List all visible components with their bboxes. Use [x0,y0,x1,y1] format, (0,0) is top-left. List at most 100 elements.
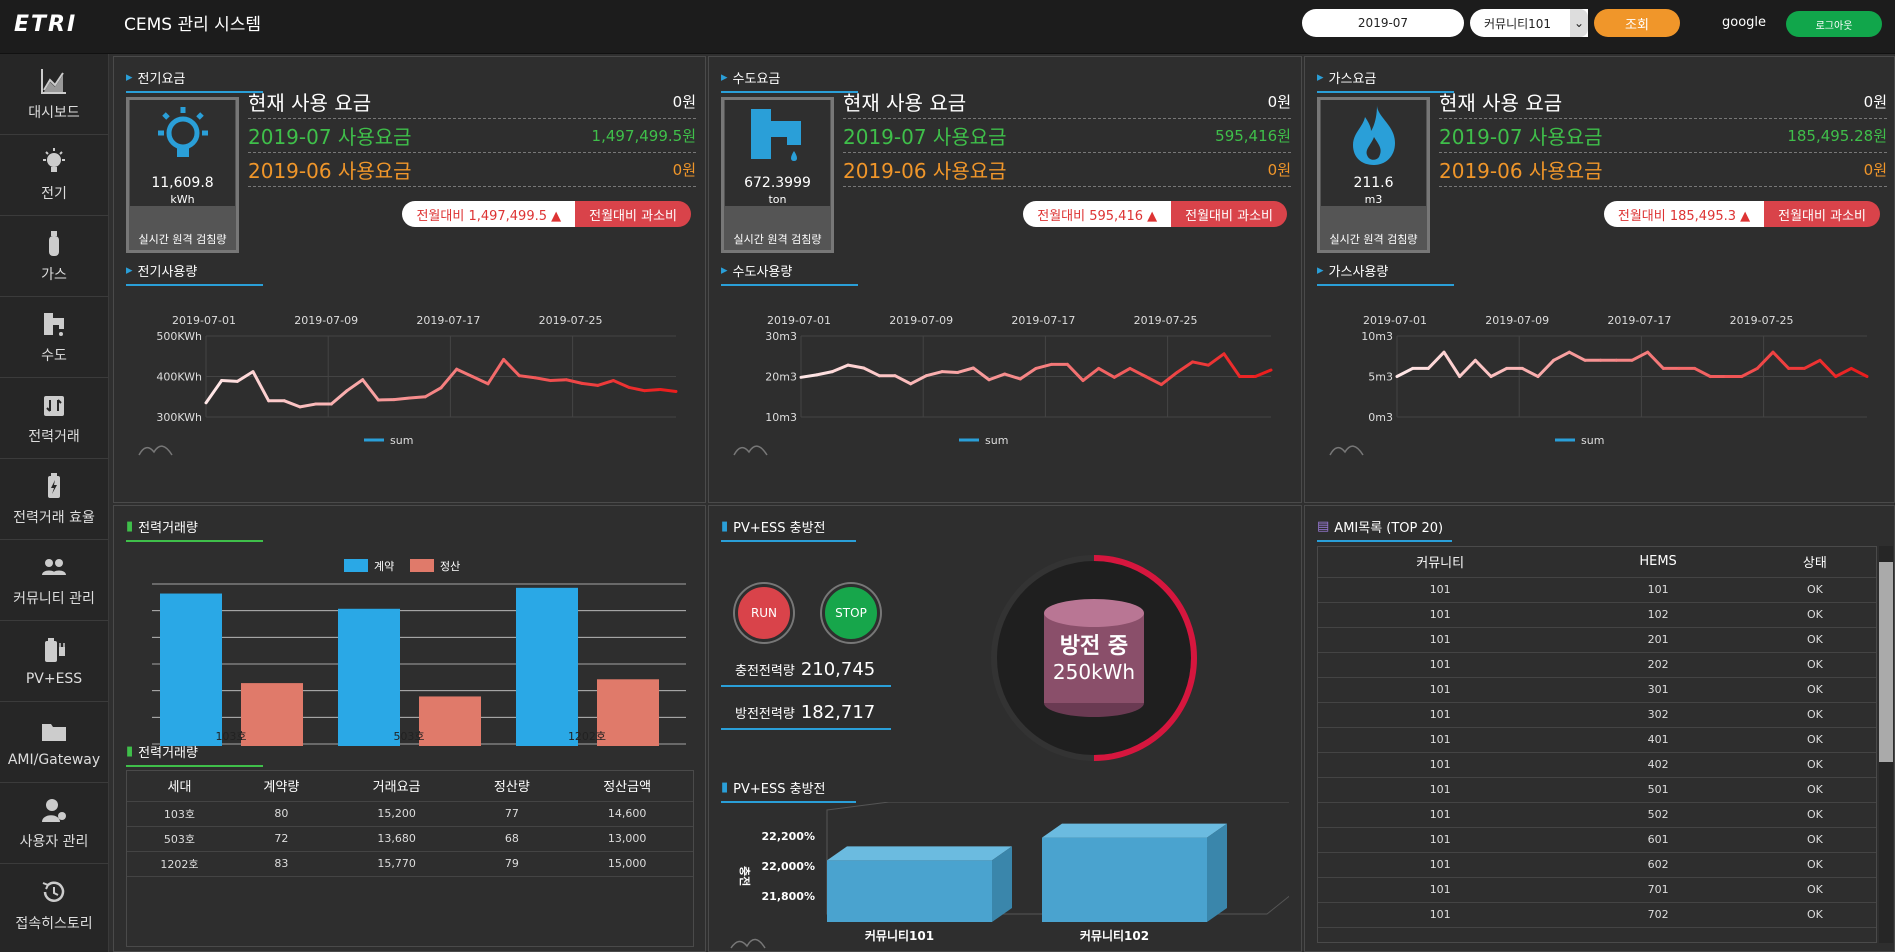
sidebar-item-electric[interactable]: 전기 [0,135,108,216]
line-segment [1755,350,1775,370]
scrollbar[interactable] [1879,546,1893,943]
sidebar-item-dashboard[interactable]: 대시보드 [0,54,108,135]
line-segment [345,378,365,393]
x-tick-label: 2019-07-25 [1134,314,1198,327]
x-tick-label: 2019-07-25 [1730,314,1794,327]
panel-title: 가스사용량 [1328,265,1389,280]
sidebar-item-trade-efficiency[interactable]: 전력거래 효율 [0,459,108,540]
table-row[interactable]: 101 702 OK [1318,902,1876,928]
table-row[interactable]: 101 101 OK [1318,577,1876,603]
table-row[interactable]: 101 201 OK [1318,627,1876,653]
sidebar-item-label: 전기 [41,186,67,202]
line-segment [1442,350,1462,378]
chart-line-icon [41,69,66,94]
sidebar-item-user-management[interactable]: 사용자 관리 [0,783,108,864]
table-row[interactable]: 1202호 83 15,770 79 15,000 [127,851,693,877]
sidebar-item-label: 사용자 관리 [19,834,89,850]
table-row[interactable]: 101 401 OK [1318,727,1876,753]
ess-status-value: 250kWh [1052,660,1136,684]
table-row[interactable]: 101 302 OK [1318,702,1876,728]
diff-value: 전월대비 185,495.3 ▲ [1603,201,1765,227]
line-segment [486,357,506,386]
line-segment [1630,350,1650,362]
stop-button[interactable]: STOP [822,584,880,642]
line-segment [423,386,443,399]
table-row[interactable]: 101 601 OK [1318,827,1876,853]
panel-title: 전력거래량 [138,521,198,536]
sidebar-item-gas[interactable]: 가스 [0,216,108,297]
x-tick-label: 2019-07-09 [1485,314,1549,327]
table-cell: 101 [1318,677,1563,703]
sidebar-item-power-trade[interactable]: 전력거래 [0,378,108,459]
legend-swatch [344,559,368,572]
comparison-badge: 전월대비 595,416 ▲ 전월대비 과소비 [1023,201,1287,227]
gauge-label: 실시간 원격 검침량 [129,230,236,250]
line-segment [1567,350,1587,362]
table-row[interactable]: 503호 72 13,680 68 13,000 [127,826,693,852]
table-cell: OK [1753,577,1876,603]
table-row[interactable]: 101 202 OK [1318,652,1876,678]
battery-plug-icon [45,638,65,662]
current-fee-label: 현재 사용 요금 [1439,91,1563,115]
line-segment [1159,370,1179,387]
logout-button[interactable]: 로그아웃 [1786,11,1882,37]
current-fee-value: 0원 [672,93,696,111]
chevron-down-icon[interactable]: ⌄ [1570,9,1588,37]
table-row[interactable]: 101 402 OK [1318,752,1876,778]
sidebar-item-access-history[interactable]: 접속히스토리 [0,864,108,945]
x-tick-label: 2019-07-01 [172,314,236,327]
column-header: 상태 [1753,547,1876,578]
line-segment [1097,366,1116,379]
table-cell: 102 [1562,602,1754,628]
charge-label: 충전전력량 [735,664,795,679]
scrollbar-thumb[interactable] [1879,562,1893,762]
gauge-value: 211.6 [1353,174,1394,191]
y-tick-label: 500KWh [156,330,202,343]
table-cell: 101 [1318,852,1563,878]
line-segment [439,367,459,390]
panel-title: 전기요금 [137,72,186,87]
line-segment [1175,360,1195,374]
category-label: 503호 [393,730,424,743]
table-row[interactable]: 101 102 OK [1318,602,1876,628]
x-tick-label: 2019-07-25 [539,314,603,327]
table-row[interactable]: 101 502 OK [1318,802,1876,828]
table-row[interactable]: 101 501 OK [1318,777,1876,803]
discharge-label: 방전전력량 [735,707,795,722]
sidebar-item-label: 수도 [41,348,67,364]
table-cell: 13,680 [330,826,463,852]
sidebar-item-ami-gateway[interactable]: AMI/Gateway [0,702,108,783]
table-cell: 402 [1562,752,1754,778]
sidebar-item-label: 전력거래 효율 [13,510,95,526]
line-segment [392,396,412,402]
table-row[interactable]: 103호 80 15,200 77 14,600 [127,801,693,827]
line-segment [329,389,349,406]
power-trade-panel: ▮ 전력거래량 계약 정산 103호 503호 1202호 ▮ 전력거래량 세대 계약량 거… [113,505,706,952]
sidebar-item-pv-ess[interactable]: PV+ESS [0,621,108,702]
charge-amount: 충전전력량 210,745 [721,654,891,687]
bar [241,683,303,746]
table-cell: 14,600 [561,801,693,827]
gauge-unit: ton [768,192,787,206]
system-title: CEMS 관리 시스템 [124,15,262,35]
column-header: 정산금액 [561,771,693,802]
search-button[interactable]: 조회 [1594,9,1680,37]
table-cell: 101 [1318,777,1563,803]
sidebar-item-label: 커뮤니티 관리 [13,591,95,607]
document-icon: ▤ [1317,519,1330,534]
bolt-icon: ▸ [1317,70,1324,85]
run-button[interactable]: RUN [735,584,793,642]
table-row[interactable]: 101 701 OK [1318,877,1876,903]
table-row[interactable]: 101 301 OK [1318,677,1876,703]
panel-title: PV+ESS 충방전 [733,521,826,536]
date-input[interactable]: 2019-07 [1302,9,1464,37]
line-segment [940,370,960,374]
bar-top [827,846,1012,861]
table-row[interactable]: 101 602 OK [1318,852,1876,878]
sidebar-item-water[interactable]: 수도 [0,297,108,378]
y-tick-label: 21,800% [762,890,815,903]
sidebar-item-community[interactable]: 커뮤니티 관리 [0,540,108,621]
fee-title: ▸ 수도요금 [721,68,858,93]
table-cell: 72 [231,826,331,852]
table-cell: 101 [1318,902,1563,928]
